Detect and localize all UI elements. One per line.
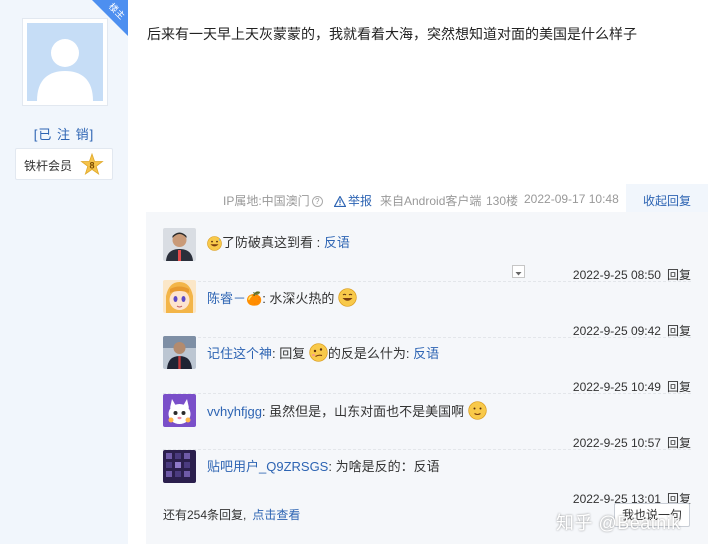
reply-content: vvhyhfjgg: 虽然但是，山东对面也不是美国啊 — [207, 401, 487, 423]
report-link[interactable]: 举报 — [348, 192, 372, 209]
reply-link[interactable]: 反语 — [413, 346, 439, 361]
reply-avatar[interactable] — [163, 394, 196, 427]
reply-item: 了防破真这到看 : 反语 2022-9-25 08:50 回复 — [146, 224, 708, 282]
reply-text: : 回复 — [272, 346, 309, 361]
dropdown-toggle[interactable] — [512, 265, 525, 278]
reply-content: 了防破真这到看 : 反语 — [207, 232, 350, 254]
author-username[interactable]: [已 注 销] — [0, 124, 128, 143]
reply-avatar[interactable] — [163, 280, 196, 313]
level-number: 8 — [89, 161, 94, 171]
grin-sweat-emoji-icon — [207, 236, 222, 254]
view-more-link[interactable]: 点击查看 — [252, 508, 300, 522]
reply-avatar[interactable] — [163, 336, 196, 369]
more-replies-count: 还有254条回复, — [163, 508, 247, 522]
reply-content: 贴吧用户_Q9ZRSGS: 为啥是反的：反语 — [207, 456, 440, 475]
level-star-icon: 8 — [80, 152, 104, 177]
zhihu-watermark: 知乎 @Beatnik — [556, 513, 681, 533]
ip-location-text: IP属地:中国澳门 — [223, 194, 310, 208]
member-label: 铁杆会员 — [24, 159, 73, 173]
collapse-replies-button[interactable]: 收起回复 — [643, 192, 691, 209]
tilted-face-emoji-icon — [309, 343, 328, 365]
reply-item: 陈睿－🍊: 水深火热的 2022-9-25 09:42 回复 — [146, 280, 708, 338]
reply-text: : 水深火热的 — [262, 291, 335, 306]
awkward-smile-emoji-icon — [468, 401, 487, 423]
replies-panel: 了防破真这到看 : 反语 2022-9-25 08:50 回复 陈睿－🍊: 水深火… — [146, 212, 708, 544]
reply-username[interactable]: 贴吧用户_Q9ZRSGS — [207, 459, 328, 474]
reply-item: 贴吧用户_Q9ZRSGS: 为啥是反的：反语 2022-9-25 13:01 回复 — [146, 448, 708, 506]
post-content: 后来有一天早上天灰蒙蒙的，我就看着大海，突然想知道对面的美国是什么样子 — [147, 26, 637, 42]
author-sidebar: [已 注 销] 铁杆会员 8 — [0, 0, 128, 553]
reply-link[interactable]: 反语 — [324, 235, 350, 250]
reply-avatar[interactable] — [163, 228, 196, 261]
ip-location: IP属地:中国澳门? — [223, 192, 323, 209]
op-corner-badge: 楼主 — [92, 0, 128, 36]
reply-text: : 虽然但是，山东对面也不是美国啊 — [261, 404, 465, 419]
corner-ribbon-shape: 楼主 — [92, 0, 128, 36]
reply-username[interactable]: 陈睿－🍊 — [207, 291, 262, 306]
reply-username[interactable]: vvhyhfjgg — [207, 404, 262, 419]
reply-item: vvhyhfjgg: 虽然但是，山东对面也不是美国啊 2022-9-25 10:… — [146, 392, 708, 450]
reply-text: : 为啥是反的：反语 — [328, 459, 440, 474]
warning-triangle-icon[interactable] — [333, 194, 347, 208]
reply-text-2: 的反是么什为: — [327, 346, 414, 361]
floor-number: 130楼 — [486, 194, 519, 208]
client-source: 来自Android客户端 — [380, 194, 482, 208]
reply-content: 陈睿－🍊: 水深火热的 — [207, 288, 357, 310]
reply-item: 记住这个神: 回复 的反是么什为: 反语 2022-9-25 10:49 回复 — [146, 336, 708, 394]
reply-text: 了防破真这到看 : — [222, 235, 324, 250]
smile-emoji-icon — [338, 288, 357, 310]
member-badge[interactable]: 铁杆会员 8 — [15, 148, 113, 180]
post-datetime: 2022-09-17 10:48 — [524, 192, 619, 206]
reply-username[interactable]: 记住这个神 — [207, 346, 272, 361]
chevron-down-icon — [515, 272, 522, 276]
reply-avatar[interactable] — [163, 450, 196, 483]
more-replies: 还有254条回复, 点击查看 — [163, 506, 300, 523]
page-bottom-strip — [0, 544, 720, 553]
help-question-icon[interactable]: ? — [311, 196, 323, 207]
reply-content: 记住这个神: 回复 的反是么什为: 反语 — [207, 343, 439, 365]
